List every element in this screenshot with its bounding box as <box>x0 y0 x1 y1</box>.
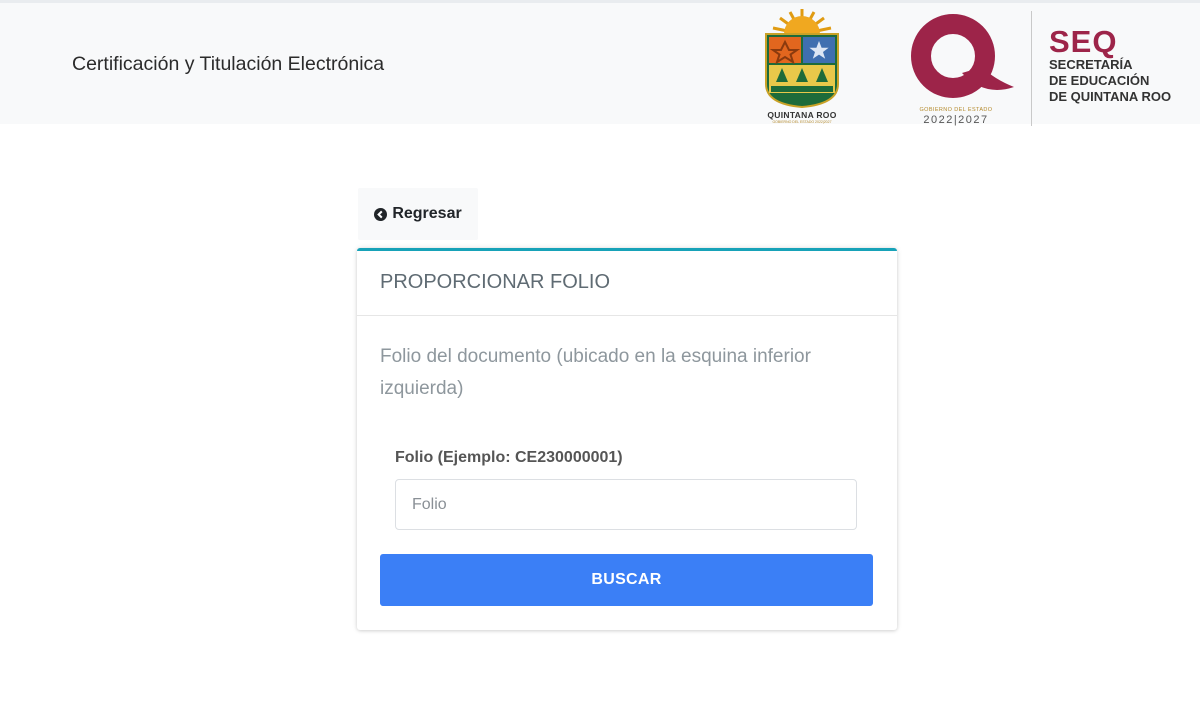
folio-card: PROPORCIONAR FOLIO Folio del documento (… <box>357 248 897 630</box>
back-button[interactable]: Regresar <box>358 188 478 240</box>
site-title: Certificación y Titulación Electrónica <box>72 53 385 75</box>
logo-divider <box>1031 11 1032 126</box>
seq-logo: SEQ SECRETARÍA DE EDUCACIÓN DE QUINTANA … <box>1049 24 1172 105</box>
folio-input[interactable] <box>395 479 857 530</box>
search-button[interactable]: BUSCAR <box>380 554 873 606</box>
card-description: Folio del documento (ubicado en la esqui… <box>380 346 811 399</box>
seq-line-2: DE EDUCACIÓN <box>1049 73 1150 88</box>
q-logo-subtext: GOBIERNO DEL ESTADO <box>919 107 993 113</box>
quintana-roo-logo-subtext: GOBIERNO DEL ESTADO 2022|2027 <box>772 120 832 124</box>
seq-abbreviation: SEQ <box>1049 24 1118 59</box>
site-header: Certificación y Titulación Electrónica Q… <box>0 3 1200 126</box>
government-q-logo: GOBIERNO DEL ESTADO 2022|2027 <box>904 9 1022 126</box>
folio-field-label: Folio (Ejemplo: CE230000001) <box>395 449 623 466</box>
quintana-roo-logo-text: QUINTANA ROO <box>767 110 837 120</box>
back-button-label: Regresar <box>392 205 462 222</box>
card-title: PROPORCIONAR FOLIO <box>357 251 897 316</box>
seq-line-1: SECRETARÍA <box>1049 57 1133 72</box>
chevron-circle-left-icon <box>374 207 388 221</box>
quintana-roo-coat-of-arms-logo: QUINTANA ROO GOBIERNO DEL ESTADO 2022|20… <box>762 6 842 124</box>
q-logo-years: 2022|2027 <box>923 114 989 126</box>
seq-line-3: DE QUINTANA ROO <box>1049 89 1172 104</box>
